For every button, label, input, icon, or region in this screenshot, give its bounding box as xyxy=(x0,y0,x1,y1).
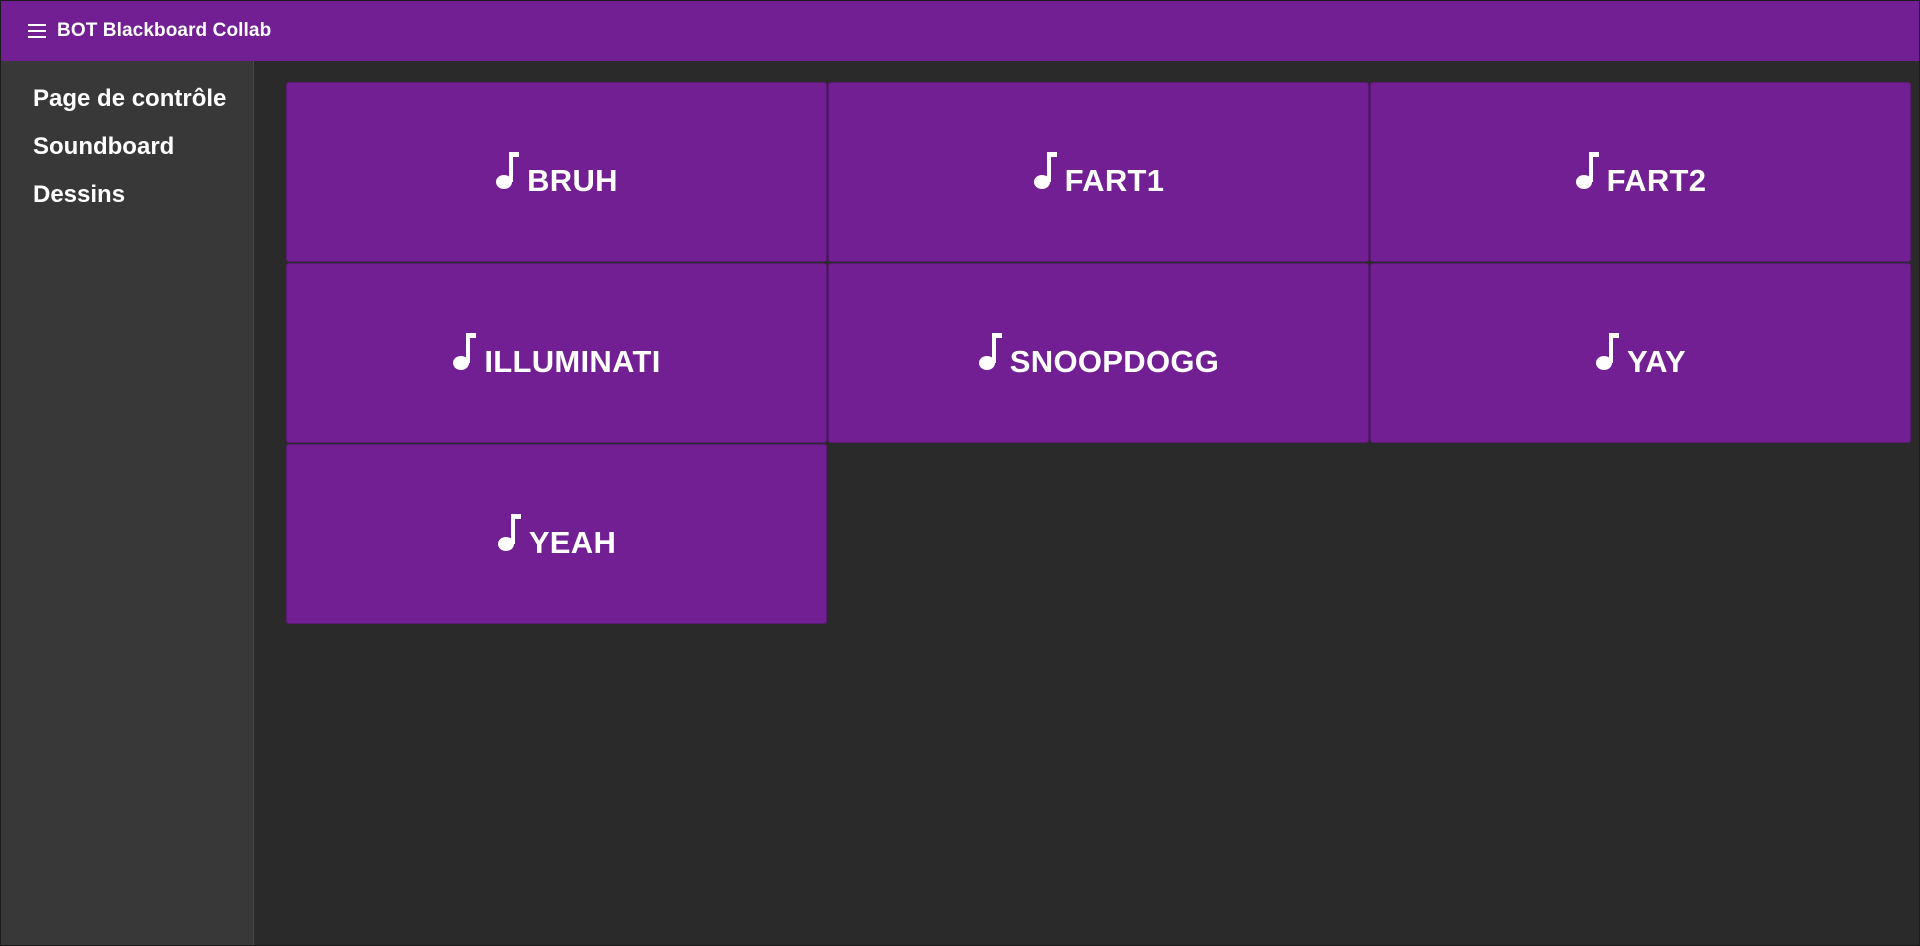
sound-button-label: FART2 xyxy=(1606,163,1707,198)
music-note-icon xyxy=(497,514,521,551)
soundboard-panel: BRUH FART1 FART2 ILLUMINATI SNOOPDOGG YA… xyxy=(286,82,1911,624)
sound-button-snoopdogg[interactable]: SNOOPDOGG xyxy=(828,263,1369,443)
sound-button-illuminati[interactable]: ILLUMINATI xyxy=(286,263,827,443)
sound-button-fart2[interactable]: FART2 xyxy=(1370,82,1911,262)
music-note-icon xyxy=(978,333,1002,370)
sound-button-label: YEAH xyxy=(528,525,617,560)
sound-button-grid: BRUH FART1 FART2 ILLUMINATI SNOOPDOGG YA… xyxy=(286,82,1911,624)
sidebar-item-dessins[interactable]: Dessins xyxy=(1,171,253,219)
sidebar-item-page-de-controle[interactable]: Page de contrôle xyxy=(1,75,253,123)
sound-button-yeah[interactable]: YEAH xyxy=(286,444,827,624)
app-window: BOT Blackboard Collab Page de contrôle S… xyxy=(0,0,1920,946)
music-note-icon xyxy=(496,152,520,189)
sidebar: Page de contrôle Soundboard Dessins xyxy=(1,61,254,945)
sound-button-label: YAY xyxy=(1627,344,1686,379)
top-app-bar: BOT Blackboard Collab xyxy=(1,1,1919,61)
music-note-icon xyxy=(1596,333,1620,370)
sound-button-fart1[interactable]: FART1 xyxy=(828,82,1369,262)
music-note-icon xyxy=(453,333,477,370)
sound-button-label: FART1 xyxy=(1064,163,1165,198)
menu-button[interactable] xyxy=(27,21,47,41)
music-note-icon xyxy=(1575,152,1599,189)
sidebar-item-soundboard[interactable]: Soundboard xyxy=(1,123,253,171)
sound-button-label: BRUH xyxy=(527,163,618,198)
sound-button-label: SNOOPDOGG xyxy=(1009,344,1220,379)
app-title: BOT Blackboard Collab xyxy=(57,20,272,41)
sound-button-label: ILLUMINATI xyxy=(484,344,661,379)
hamburger-menu-icon xyxy=(28,24,46,38)
music-note-icon xyxy=(1033,152,1057,189)
sound-button-yay[interactable]: YAY xyxy=(1370,263,1911,443)
sound-button-bruh[interactable]: BRUH xyxy=(286,82,827,262)
